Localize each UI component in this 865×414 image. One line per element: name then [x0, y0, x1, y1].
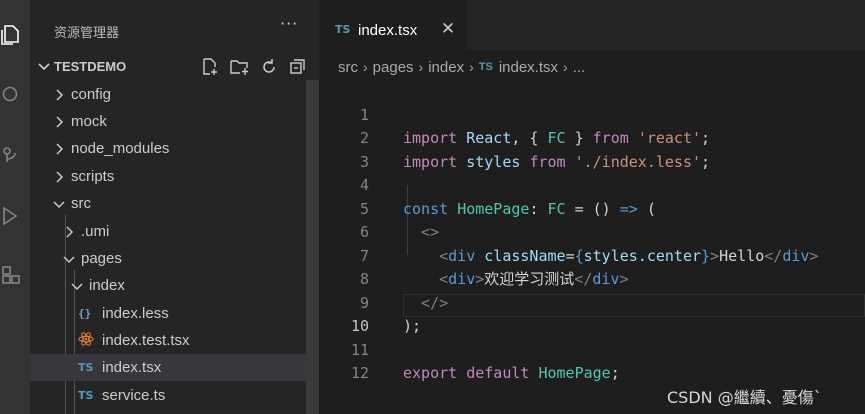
tree-item-label: index.test.tsx [102, 332, 190, 349]
breadcrumb-item-pages[interactable]: pages [373, 59, 414, 76]
code-line: 5 <> [319, 174, 865, 242]
tree-item-label: index [89, 277, 125, 294]
tree-item-label: mock [71, 113, 107, 130]
code-line: 4 const HomePage: FC = () => ( [319, 151, 865, 218]
code-line: 3 [319, 127, 865, 171]
code-token: HomePage [538, 364, 611, 382]
breadcrumb: src › pages › index › TS index.tsx › ... [338, 57, 585, 77]
chevron-right-icon [56, 115, 64, 128]
chevron-right-icon [56, 88, 64, 101]
tree-item-index-tsx[interactable]: TS index.tsx [30, 354, 306, 381]
breadcrumb-item-file[interactable]: index.tsx [499, 59, 558, 76]
tree-item-label: pages [81, 250, 122, 267]
chevron-right-icon [56, 170, 64, 183]
chevron-right-icon [56, 142, 64, 155]
tree-item-scripts[interactable]: scripts [30, 163, 306, 190]
breadcrumb-item-src[interactable]: src [338, 59, 358, 76]
chevron-down-icon [38, 63, 50, 71]
chevron-right-icon: › [563, 59, 568, 75]
tree-item-label: index.less [102, 305, 169, 322]
typescript-icon: TS [335, 23, 351, 36]
collapse-all-icon[interactable] [287, 57, 309, 77]
tree-item-src[interactable]: src [30, 190, 306, 217]
code-line: 12 [319, 339, 865, 382]
tree-item-label: node_modules [71, 140, 170, 157]
chevron-right-icon: › [469, 59, 474, 75]
refresh-icon[interactable] [258, 57, 280, 77]
explorer-sidebar: 资源管理器 ··· TESTDEMO config mock node_modu… [30, 0, 319, 414]
close-icon[interactable]: ✕ [437, 18, 459, 40]
code-line: 7 <div>欢迎学习测试</div> [319, 221, 865, 289]
braces-icon: {} [78, 307, 92, 320]
watermark: CSDN @繼續、憂傷` [667, 388, 822, 407]
new-file-icon[interactable] [199, 57, 221, 77]
activity-bar [0, 0, 30, 414]
search-icon[interactable] [0, 82, 22, 108]
code-token: export [403, 364, 458, 382]
code-line: 6 <div className={styles.center}>Hello</… [319, 198, 865, 265]
tree-item-umi[interactable]: .umi [30, 218, 306, 245]
tab-index-tsx[interactable]: TS index.tsx ✕ [319, 0, 466, 50]
sidebar-scrollbar[interactable] [306, 80, 319, 414]
run-debug-icon[interactable] [0, 203, 22, 229]
project-name: TESTDEMO [54, 59, 127, 74]
tree-item-pages[interactable]: pages [30, 245, 306, 272]
editor-area: TS index.tsx ✕ src › pages › index › TS … [319, 0, 865, 414]
breadcrumb-trail[interactable]: ... [573, 59, 586, 76]
tree-item-label: service.ts [102, 387, 166, 404]
tree-item-label: index.tsx [102, 359, 162, 376]
tree-item-config[interactable]: config [30, 81, 306, 108]
tree-item-service-ts[interactable]: TS service.ts [30, 382, 306, 409]
tree-item-label: .umi [81, 223, 110, 240]
tree-item-index-test-tsx[interactable]: index.test.tsx [30, 327, 306, 354]
project-header[interactable]: TESTDEMO [30, 54, 319, 80]
tree-item-label: config [71, 86, 112, 103]
explorer-icon[interactable] [0, 22, 22, 48]
tree-item-label: scripts [71, 168, 115, 185]
tree-item-index-less[interactable]: {} index.less [30, 300, 306, 327]
code-line: 9 ); [319, 268, 865, 336]
chevron-down-icon [71, 282, 83, 290]
chevron-down-icon [63, 255, 75, 263]
more-actions-button[interactable]: ··· [280, 14, 298, 33]
code-line: 8 </> [319, 245, 865, 312]
chevron-right-icon: › [363, 59, 368, 75]
code-line: 2 import styles from './index.less'; [319, 104, 865, 171]
typescript-icon: TS [78, 361, 94, 374]
tree-item-index-folder[interactable]: index [30, 272, 306, 299]
code-line: 1 import React, { FC } from 'react'; [319, 80, 865, 148]
tree-item-mock[interactable]: mock [30, 108, 306, 135]
code-line: 10 [319, 292, 865, 335]
react-icon [78, 331, 98, 350]
tab-label: index.tsx [358, 22, 418, 39]
code-line: 11 export default HomePage; [319, 315, 865, 383]
breadcrumb-item-index[interactable]: index [428, 59, 464, 76]
typescript-icon: TS [78, 389, 94, 402]
typescript-icon: TS [478, 61, 493, 73]
tree-item-label: src [71, 195, 91, 212]
code-token: default [466, 364, 530, 382]
source-control-icon[interactable] [0, 143, 22, 169]
explorer-title: 资源管理器 [54, 26, 120, 41]
chevron-right-icon [66, 225, 74, 238]
extensions-icon[interactable] [0, 263, 22, 289]
line-number: 12 [350, 364, 369, 382]
chevron-right-icon: › [418, 59, 424, 75]
new-folder-icon[interactable] [229, 57, 251, 77]
tab-bar: TS index.tsx ✕ [319, 0, 865, 50]
tree-item-node-modules[interactable]: node_modules [30, 135, 306, 162]
chevron-down-icon [53, 200, 65, 208]
